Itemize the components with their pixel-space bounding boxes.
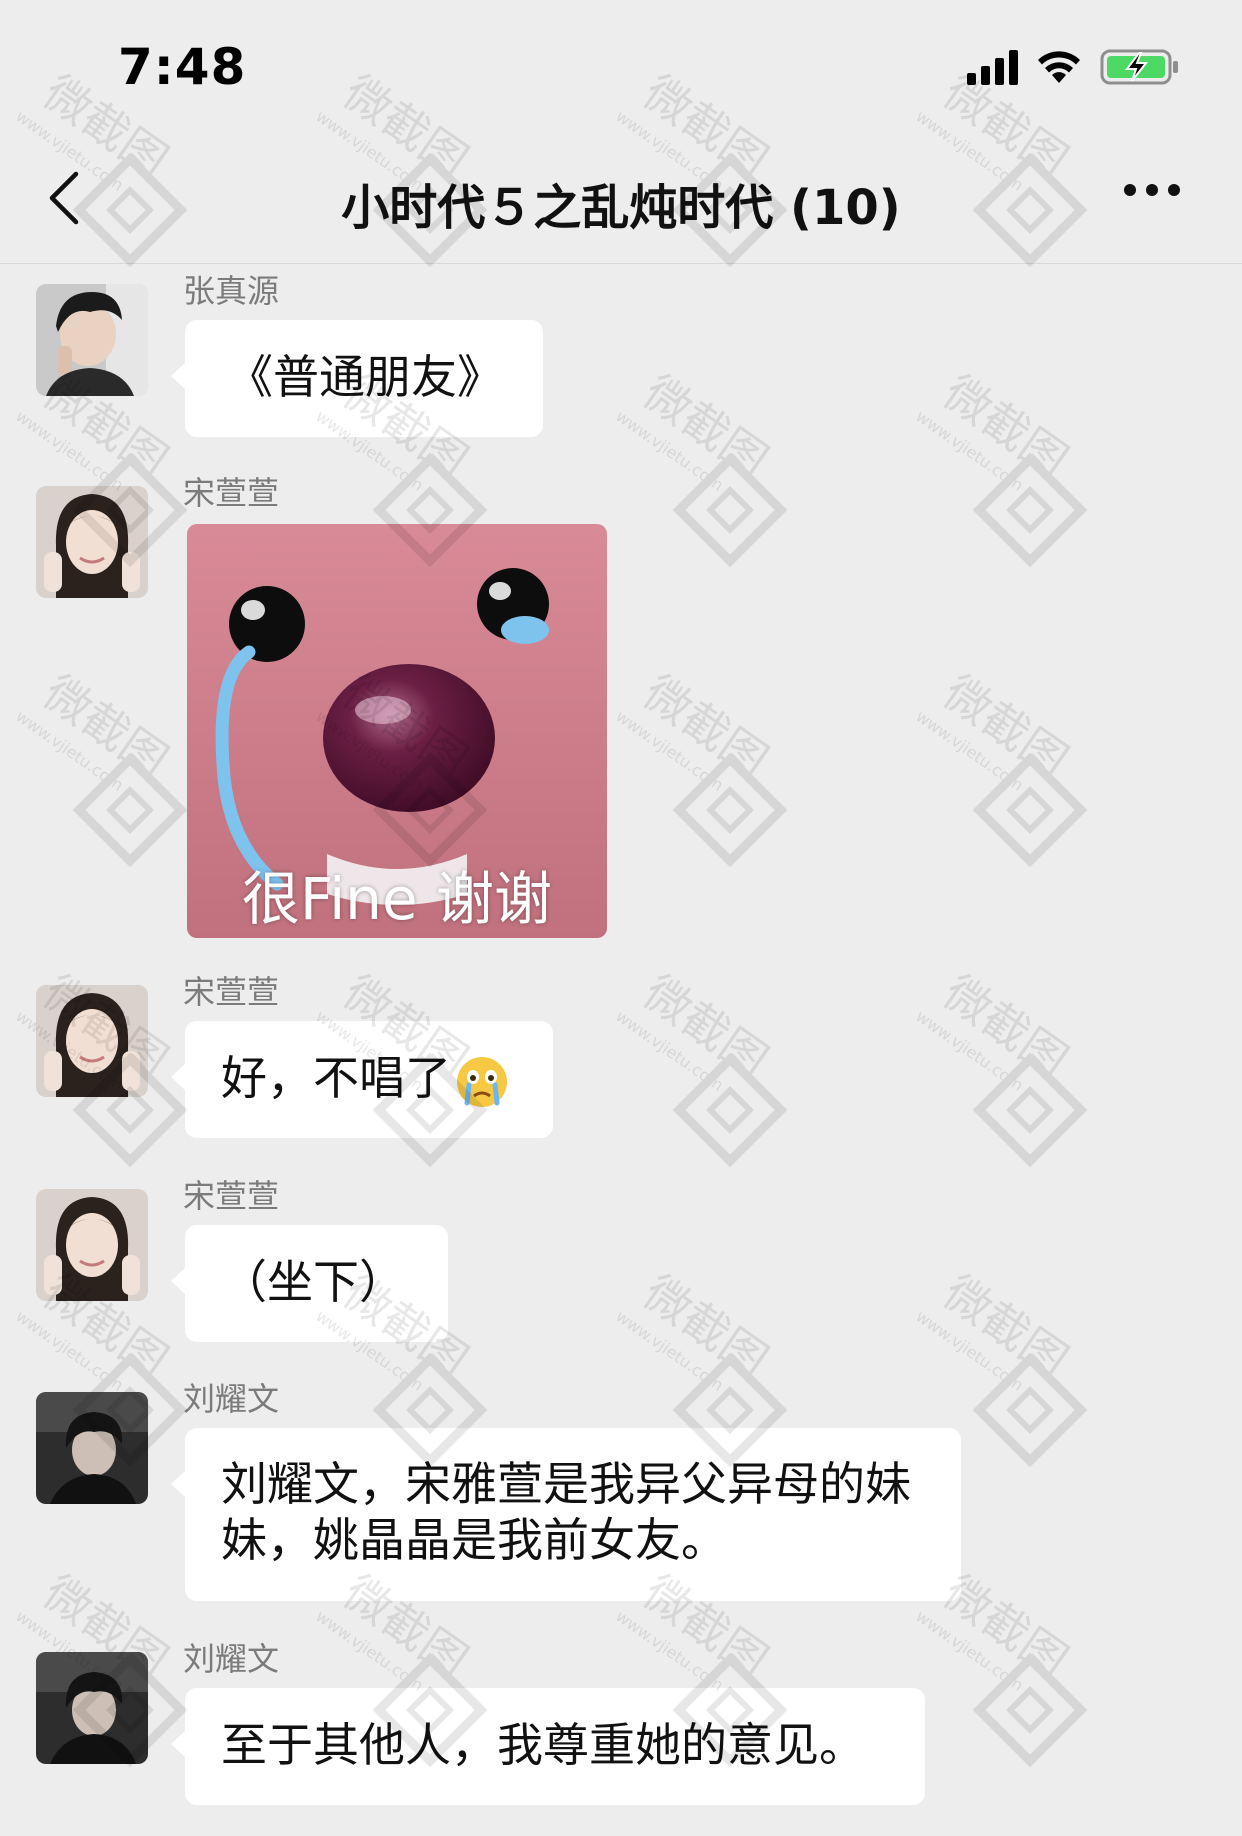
- avatar[interactable]: [36, 284, 148, 396]
- battery-charging-icon: [1100, 49, 1178, 85]
- message-text: 至于其他人，我尊重她的意见。: [221, 1718, 865, 1772]
- status-icons: [967, 48, 1180, 86]
- sender-name: 刘耀文: [183, 1640, 280, 1678]
- sender-name: 宋萱萱: [183, 1177, 280, 1215]
- avatar[interactable]: [36, 1652, 148, 1764]
- message-text: （坐下）: [221, 1255, 405, 1309]
- status-bar: 7:48: [0, 0, 1242, 130]
- avatar[interactable]: [36, 1189, 148, 1301]
- sender-name: 刘耀文: [183, 1380, 280, 1418]
- message-bubble[interactable]: （坐下）: [171, 1225, 448, 1342]
- more-dots-icon: [1124, 184, 1180, 196]
- cellular-signal-icon: [967, 49, 1018, 85]
- avatar[interactable]: [36, 1392, 148, 1504]
- sender-name: 张真源: [183, 272, 280, 310]
- message-text-line: 妹，姚晶晶是我前女友。: [221, 1513, 727, 1567]
- message-text-line: 刘耀文，宋雅萱是我异父异母的妹: [221, 1457, 911, 1511]
- sender-name: 宋萱萱: [183, 474, 280, 512]
- more-options-button[interactable]: [1122, 180, 1182, 220]
- chat-header: 小时代５之乱炖时代 (10): [0, 130, 1242, 264]
- message-bubble[interactable]: 至于其他人，我尊重她的意见。: [171, 1688, 925, 1805]
- message-text: 好，不唱了: [221, 1051, 451, 1105]
- status-time: 7:48: [118, 38, 247, 96]
- message-bubble[interactable]: 好，不唱了: [171, 1021, 553, 1138]
- wifi-icon: [1038, 51, 1080, 83]
- sender-name: 宋萱萱: [183, 973, 280, 1011]
- chat-title: 小时代５之乱炖时代 (10): [341, 180, 901, 236]
- message-bubble[interactable]: 《普通朋友》: [171, 320, 543, 437]
- crying-face-emoji-icon: [457, 1056, 507, 1107]
- sticker-caption: 很Fine 谢谢: [241, 865, 553, 933]
- message-text: 《普通朋友》: [227, 350, 503, 404]
- avatar[interactable]: [36, 486, 148, 598]
- sticker-image[interactable]: 很Fine 谢谢: [187, 524, 607, 938]
- avatar[interactable]: [36, 985, 148, 1097]
- message-bubble[interactable]: 刘耀文，宋雅萱是我异父异母的妹 妹，姚晶晶是我前女友。: [171, 1428, 961, 1601]
